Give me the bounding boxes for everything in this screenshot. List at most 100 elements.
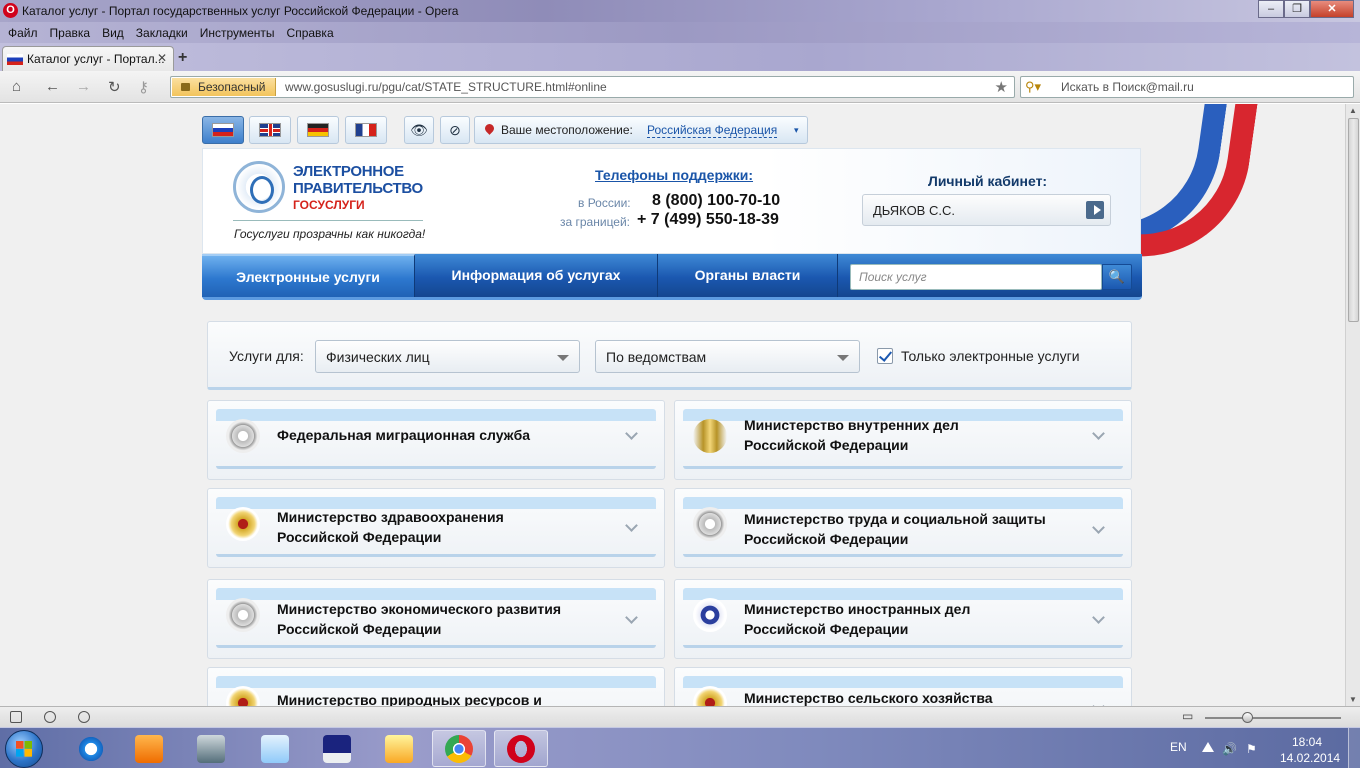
lang-en-button[interactable] [249, 116, 291, 144]
cabinet-user-box[interactable]: ДЬЯКОВ С.С. [862, 194, 1111, 226]
new-tab-icon[interactable]: + [178, 49, 187, 67]
agency-name-line2[interactable]: Российской Федерации [277, 619, 441, 639]
close-icon[interactable]: ✕ [1310, 0, 1354, 18]
maximize-icon[interactable]: ❐ [1284, 0, 1310, 18]
minimize-icon[interactable]: – [1258, 0, 1284, 18]
agency-card-foreign[interactable]: Министерство иностранных дел Российской … [674, 579, 1132, 659]
agency-name-line2[interactable]: Российской Федерации [744, 619, 908, 639]
agency-name[interactable]: Министерство сельского хозяйства [744, 688, 993, 706]
menu-edit[interactable]: Правка [50, 26, 91, 40]
reload-icon[interactable]: ↻ [108, 78, 121, 96]
chevron-down-icon[interactable]: ▾ [794, 117, 799, 143]
electronic-only-label[interactable]: Только электронные услуги [901, 348, 1080, 364]
zoom-slider-track[interactable] [1205, 717, 1341, 719]
lang-ru-button[interactable] [202, 116, 244, 144]
gosuslugi-logo-icon[interactable] [233, 161, 285, 213]
agency-card-economy[interactable]: Министерство экономического развития Рос… [207, 579, 665, 659]
german-flag-icon [307, 123, 329, 137]
browser-search-field[interactable]: ⚲▾ Искать в Поиск@mail.ru [1020, 76, 1354, 98]
key-icon[interactable]: ⚷ [138, 78, 149, 96]
taskbar-ie[interactable] [64, 730, 118, 767]
filters-panel: Услуги для: Физических лиц По ведомствам… [207, 321, 1132, 390]
compass-icon[interactable]: ⊘ [440, 116, 470, 144]
url-field[interactable]: Безопасный www.gosuslugi.ru/pgu/cat/STAT… [170, 76, 1015, 98]
forward-icon[interactable]: → [76, 78, 91, 95]
lang-de-button[interactable] [297, 116, 339, 144]
bookmark-star-icon[interactable]: ★ [995, 78, 1008, 96]
menu-tools[interactable]: Инструменты [200, 26, 275, 40]
view-toggle-icon[interactable]: ▭ [1182, 709, 1193, 723]
taskbar-opera[interactable] [494, 730, 548, 767]
service-search-input[interactable]: Поиск услуг [850, 264, 1102, 290]
logout-icon[interactable] [1086, 201, 1104, 219]
location-value[interactable]: Российская Федерация [647, 123, 778, 138]
clock-time[interactable]: 18:04 [1292, 735, 1322, 749]
agency-name[interactable]: Министерство экономического развития [277, 599, 561, 619]
security-badge[interactable]: Безопасный [172, 78, 276, 96]
scroll-up-icon[interactable]: ▲ [1349, 106, 1357, 115]
input-language[interactable]: EN [1170, 740, 1187, 754]
agency-card-nature[interactable]: Министерство природных ресурсов и [207, 667, 665, 706]
agency-card-mvd[interactable]: Министерство внутренних дел Российской Ф… [674, 400, 1132, 480]
agency-card-labour[interactable]: Министерство труда и социальной защиты Р… [674, 488, 1132, 568]
taskbar-help[interactable] [248, 730, 302, 767]
search-engine-icon[interactable]: ⚲▾ [1025, 79, 1041, 95]
taskbar-floppy[interactable] [310, 730, 364, 767]
vertical-scrollbar[interactable]: ▲ ▼ [1345, 104, 1360, 706]
taskbar-explorer[interactable] [372, 730, 426, 767]
taskbar-media[interactable] [122, 730, 176, 767]
grouping-select[interactable]: По ведомствам [595, 340, 860, 373]
menu-bookmarks[interactable]: Закладки [136, 26, 188, 40]
tab-close-icon[interactable]: ✕ [157, 51, 167, 65]
volume-icon[interactable]: 🔊 [1222, 742, 1237, 756]
location-selector[interactable]: Ваше местоположение: Российская Федераци… [474, 116, 808, 144]
start-button[interactable] [5, 730, 43, 768]
accessibility-eye-icon[interactable]: 👁 [404, 116, 434, 144]
logo-text-line1[interactable]: ЭЛЕКТРОННОЕ [293, 163, 404, 180]
action-center-flag-icon[interactable]: ⚑ [1246, 742, 1258, 756]
nav-electronic-services[interactable]: Электронные услуги [202, 254, 415, 297]
agency-name[interactable]: Министерство труда и социальной защиты [744, 509, 1046, 529]
french-flag-icon [355, 123, 377, 137]
back-icon[interactable]: ← [45, 78, 60, 95]
menu-help[interactable]: Справка [287, 26, 334, 40]
agency-card-fms[interactable]: Федеральная миграционная служба [207, 400, 665, 480]
clock-date[interactable]: 14.02.2014 [1280, 751, 1340, 765]
agency-name[interactable]: Министерство природных ресурсов и [277, 690, 542, 706]
lang-fr-button[interactable] [345, 116, 387, 144]
panel-toggle-icon[interactable] [10, 711, 22, 723]
agency-name[interactable]: Министерство иностранных дел [744, 599, 970, 619]
logo-text-line2[interactable]: ПРАВИТЕЛЬСТВО [293, 180, 423, 197]
url-text[interactable]: www.gosuslugi.ru/pgu/cat/STATE_STRUCTURE… [285, 80, 607, 94]
agency-name[interactable]: Министерство здравоохранения [277, 507, 504, 527]
scrollbar-thumb[interactable] [1348, 118, 1359, 322]
cabinet-user-name[interactable]: ДЬЯКОВ С.С. [873, 203, 955, 218]
agency-name-line2[interactable]: Российской Федерации [744, 529, 908, 549]
search-icon[interactable]: 🔍 [1102, 264, 1132, 290]
nav-services-info[interactable]: Информация об услугах [415, 254, 658, 297]
show-desktop-button[interactable] [1348, 728, 1360, 768]
turbo-icon[interactable] [78, 711, 90, 723]
nav-authorities[interactable]: Органы власти [658, 254, 838, 297]
zoom-slider-knob[interactable] [1242, 712, 1253, 723]
scroll-down-icon[interactable]: ▼ [1349, 695, 1357, 704]
electronic-only-checkbox[interactable] [877, 348, 893, 364]
menu-file[interactable]: Файл [8, 26, 38, 40]
browser-tab[interactable]: Каталог услуг - Портал... ✕ [2, 46, 174, 71]
home-icon[interactable]: ⌂ [12, 78, 21, 95]
support-phones-link[interactable]: Телефоны поддержки: [595, 167, 753, 183]
tray-expand-icon[interactable] [1202, 742, 1214, 752]
agency-name-line2[interactable]: Российской Федерации [277, 527, 441, 547]
agency-name-line2[interactable]: Российской Федерации [744, 435, 908, 455]
audience-select[interactable]: Физических лиц [315, 340, 580, 373]
agency-card-agriculture[interactable]: Министерство сельского хозяйства [674, 667, 1132, 706]
taskbar-camera[interactable] [184, 730, 238, 767]
agency-name[interactable]: Федеральная миграционная служба [277, 425, 530, 445]
agency-card-health[interactable]: Министерство здравоохранения Российской … [207, 488, 665, 568]
unite-cloud-icon[interactable] [44, 711, 56, 723]
taskbar-chrome[interactable] [432, 730, 486, 767]
logo-text-line3[interactable]: ГОСУСЛУГИ [293, 198, 365, 212]
agency-name[interactable]: Министерство внутренних дел [744, 415, 959, 435]
help-app-icon [261, 734, 289, 763]
menu-view[interactable]: Вид [102, 26, 124, 40]
